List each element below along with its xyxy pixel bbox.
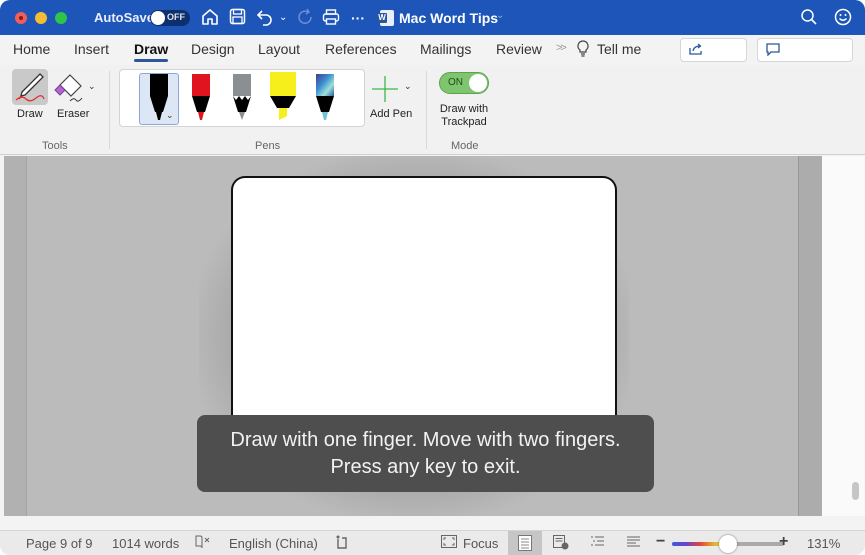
plus-icon <box>372 76 398 102</box>
undo-icon[interactable] <box>256 8 274 28</box>
feedback-smiley-icon[interactable] <box>834 8 852 28</box>
comment-icon <box>766 42 780 57</box>
pen-yellow-highlighter[interactable] <box>269 72 297 127</box>
more-tabs-chevron-icon[interactable]: >> <box>556 42 567 54</box>
pen-red[interactable] <box>190 74 212 129</box>
word-window: AutoSave OFF ⌄ ··· Mac Word Tips ⌄ <box>0 0 865 555</box>
search-icon[interactable] <box>800 8 818 28</box>
pencil-icon <box>233 74 251 120</box>
trackpad-drawing-hint: Draw with one finger. Move with two fing… <box>197 415 654 492</box>
draw-with-trackpad-label-line1: Draw with <box>439 103 489 115</box>
eraser-dropdown-chevron-icon[interactable]: ⌄ <box>88 81 96 92</box>
pen-galaxy[interactable] <box>314 74 336 129</box>
page-count[interactable]: Page 9 of 9 <box>26 536 93 551</box>
maximize-window-button[interactable] <box>55 12 67 24</box>
lightbulb-icon <box>577 40 589 60</box>
minimize-window-button[interactable] <box>35 12 47 24</box>
word-document-icon <box>377 10 394 26</box>
hint-line-1: Draw with one finger. Move with two fing… <box>230 429 621 451</box>
active-tab-indicator <box>134 59 168 62</box>
draw-ribbon: Draw ⌄ Eraser Tools ⌄ ⌄ Add Pen Pens ON … <box>0 65 865 155</box>
title-bar: AutoSave OFF ⌄ ··· Mac Word Tips ⌄ <box>0 0 865 35</box>
print-layout-view-button[interactable] <box>508 531 542 555</box>
print-icon[interactable] <box>322 8 340 28</box>
right-margin-strip <box>798 156 822 516</box>
toggle-knob <box>469 74 487 92</box>
toggle-state: ON <box>448 77 463 88</box>
zoom-slider-knob[interactable] <box>719 535 737 553</box>
draw-with-trackpad-label-line2: Trackpad <box>441 116 487 128</box>
share-button[interactable]: Share <box>680 38 747 79</box>
focus-label[interactable]: Focus <box>463 536 498 551</box>
tab-home[interactable]: Home <box>13 41 50 57</box>
drawing-canvas[interactable] <box>231 176 617 421</box>
add-pen-button[interactable] <box>370 74 400 104</box>
proofing-icon[interactable] <box>195 535 211 552</box>
print-layout-icon <box>518 535 532 551</box>
autosave-label: AutoSave <box>94 10 154 25</box>
add-pen-dropdown-chevron-icon[interactable]: ⌄ <box>404 81 412 92</box>
ribbon-tab-bar: Home Insert Draw Design Layout Reference… <box>0 35 865 79</box>
word-count[interactable]: 1014 words <box>112 536 179 551</box>
group-divider <box>109 71 110 149</box>
left-margin-strip <box>4 156 27 516</box>
tab-design[interactable]: Design <box>191 41 235 57</box>
web-layout-icon[interactable] <box>553 535 569 553</box>
document-title[interactable]: Mac Word Tips <box>399 10 498 26</box>
tab-references[interactable]: References <box>325 41 397 57</box>
highlighter-icon <box>270 72 296 120</box>
autosave-state: OFF <box>167 12 185 22</box>
pens-gallery: ⌄ <box>119 69 365 127</box>
outline-view-icon[interactable] <box>590 535 605 551</box>
undo-dropdown-icon[interactable]: ⌄ <box>279 8 287 28</box>
share-icon <box>689 42 703 57</box>
red-pen-icon <box>192 74 210 120</box>
more-icon[interactable]: ··· <box>351 8 365 28</box>
mode-group-label: Mode <box>451 140 479 152</box>
group-divider <box>426 71 427 149</box>
tab-draw[interactable]: Draw <box>134 41 168 57</box>
add-pen-label: Add Pen <box>370 108 413 120</box>
comments-button[interactable]: Comments <box>757 38 853 79</box>
tab-insert[interactable]: Insert <box>74 41 109 57</box>
draw-with-trackpad-toggle[interactable]: ON <box>439 72 489 94</box>
home-icon[interactable] <box>201 8 219 28</box>
tab-mailings[interactable]: Mailings <box>420 41 471 57</box>
vertical-scrollbar[interactable] <box>822 156 865 516</box>
title-chevron-down-icon[interactable]: ⌄ <box>496 10 504 21</box>
eraser-icon <box>54 74 83 102</box>
redo-icon <box>296 8 314 28</box>
draft-view-icon[interactable] <box>626 535 641 551</box>
autosave-toggle[interactable]: OFF <box>150 10 190 26</box>
draw-tool-button[interactable] <box>12 69 48 105</box>
draw-tool-label: Draw <box>17 108 43 120</box>
zoom-in-button[interactable]: + <box>779 533 788 551</box>
eraser-tool-button[interactable] <box>54 71 88 105</box>
tools-group-label: Tools <box>42 140 68 152</box>
pen-gray-pencil[interactable] <box>231 74 253 129</box>
status-bar: Page 9 of 9 1014 words English (China) F… <box>0 530 865 555</box>
tab-review[interactable]: Review <box>496 41 542 57</box>
zoom-out-button[interactable]: − <box>656 533 665 551</box>
tell-me-search[interactable]: Tell me <box>597 41 641 57</box>
eraser-tool-label: Eraser <box>57 108 90 120</box>
pens-group-label: Pens <box>255 140 281 152</box>
autosave-toggle-knob <box>151 11 165 25</box>
pen-options-chevron-icon[interactable]: ⌄ <box>166 110 174 121</box>
scrollbar-thumb[interactable] <box>852 482 859 500</box>
draw-pen-icon <box>15 73 45 102</box>
galaxy-pen-icon <box>316 74 334 120</box>
focus-icon[interactable] <box>441 535 457 551</box>
zoom-percent[interactable]: 131% <box>807 536 840 551</box>
save-icon[interactable] <box>229 8 246 28</box>
accessibility-icon[interactable] <box>335 535 349 553</box>
language[interactable]: English (China) <box>229 536 318 551</box>
hint-line-2: Press any key to exit. <box>330 456 521 478</box>
close-window-button[interactable] <box>15 12 27 24</box>
tab-layout[interactable]: Layout <box>258 41 300 57</box>
